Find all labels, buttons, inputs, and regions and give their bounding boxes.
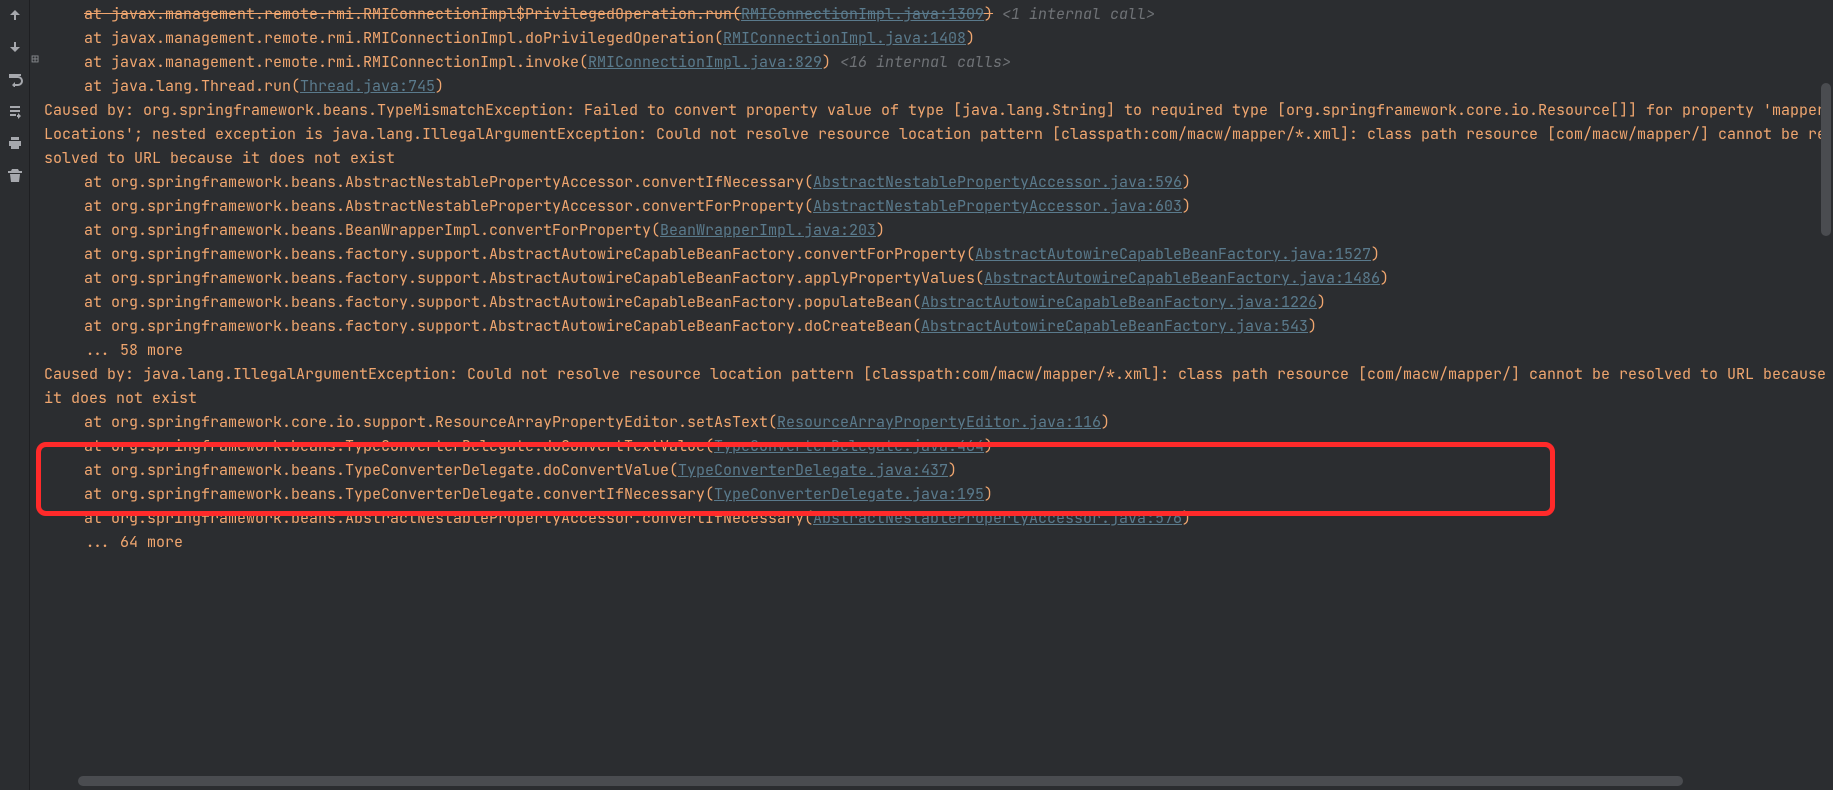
horizontal-scrollbar-thumb[interactable]: [78, 776, 1683, 786]
stacktrace-source-link[interactable]: AbstractAutowireCapableBeanFactory.java:…: [984, 268, 1380, 288]
console-text: at java.lang.Thread.run(: [84, 76, 300, 96]
stacktrace-source-link[interactable]: BeanWrapperImpl.java:203: [660, 220, 876, 240]
console-output[interactable]: at javax.management.remote.rmi.RMIConnec…: [30, 0, 1833, 790]
console-line: at org.springframework.beans.TypeConvert…: [44, 434, 1833, 458]
console-line: at org.springframework.beans.BeanWrapper…: [44, 218, 1833, 242]
vertical-scrollbar[interactable]: [1821, 6, 1831, 772]
stacktrace-source-link[interactable]: AbstractNestablePropertyAccessor.java:57…: [813, 508, 1182, 528]
console-line: at org.springframework.beans.AbstractNes…: [44, 170, 1833, 194]
console-text: at org.springframework.beans.AbstractNes…: [84, 508, 813, 528]
console-text: ): [984, 484, 993, 504]
console-text: at org.springframework.beans.factory.sup…: [84, 244, 975, 264]
console-line: at org.springframework.beans.factory.sup…: [44, 314, 1833, 338]
console-text: at org.springframework.beans.factory.sup…: [84, 268, 984, 288]
console-text: ): [876, 220, 885, 240]
stacktrace-source-link[interactable]: RMIConnectionImpl.java:1309: [741, 4, 984, 24]
stacktrace-source-link[interactable]: RMIConnectionImpl.java:1408: [723, 28, 966, 48]
vertical-scrollbar-thumb[interactable]: [1821, 83, 1831, 236]
console-output-wrap: ⊞ at javax.management.remote.rmi.RMIConn…: [30, 0, 1833, 790]
console-text: ... 64 more: [84, 532, 183, 552]
arrow-down-icon[interactable]: [4, 36, 26, 58]
console-line: at java.lang.Thread.run(Thread.java:745): [44, 74, 1833, 98]
console-line: at org.springframework.core.io.support.R…: [44, 410, 1833, 434]
print-icon[interactable]: [4, 132, 26, 154]
console-text: <16 internal calls>: [831, 52, 1011, 72]
console-text: at org.springframework.beans.TypeConvert…: [84, 436, 714, 456]
horizontal-scrollbar[interactable]: [78, 776, 1823, 786]
console-text: ): [435, 76, 444, 96]
console-text: ): [1182, 196, 1191, 216]
stacktrace-source-link[interactable]: RMIConnectionImpl.java:829: [588, 52, 822, 72]
console-line: at org.springframework.beans.TypeConvert…: [44, 458, 1833, 482]
stacktrace-source-link[interactable]: ResourceArrayPropertyEditor.java:116: [777, 412, 1101, 432]
console-text: ): [984, 4, 993, 24]
console-line: at org.springframework.beans.factory.sup…: [44, 242, 1833, 266]
console-line: at org.springframework.beans.AbstractNes…: [44, 194, 1833, 218]
console-line: at javax.management.remote.rmi.RMIConnec…: [44, 50, 1833, 74]
console-text: ): [948, 460, 957, 480]
console-text: ... 58 more: [84, 340, 183, 360]
console-line: at javax.management.remote.rmi.RMIConnec…: [44, 26, 1833, 50]
console-text: ): [1371, 244, 1380, 264]
soft-wrap-icon[interactable]: [4, 68, 26, 90]
console-text: at org.springframework.beans.AbstractNes…: [84, 172, 813, 192]
stacktrace-source-link[interactable]: AbstractAutowireCapableBeanFactory.java:…: [921, 292, 1317, 312]
console-line: at org.springframework.beans.factory.sup…: [44, 290, 1833, 314]
stacktrace-source-link[interactable]: Thread.java:745: [300, 76, 435, 96]
stacktrace-source-link[interactable]: AbstractAutowireCapableBeanFactory.java:…: [921, 316, 1308, 336]
console-text: ): [1182, 172, 1191, 192]
console-text: at org.springframework.beans.TypeConvert…: [84, 460, 678, 480]
console-text: at org.springframework.beans.factory.sup…: [84, 316, 921, 336]
stacktrace-source-link[interactable]: AbstractNestablePropertyAccessor.java:59…: [813, 172, 1182, 192]
console-text: ): [1317, 292, 1326, 312]
console-line: Caused by: java.lang.IllegalArgumentExce…: [44, 362, 1833, 410]
console-text: at org.springframework.beans.BeanWrapper…: [84, 220, 660, 240]
console-line: Caused by: org.springframework.beans.Typ…: [44, 98, 1833, 170]
console-text: Caused by: java.lang.IllegalArgumentExce…: [44, 364, 1833, 408]
ide-console-panel: ⊞ at javax.management.remote.rmi.RMIConn…: [0, 0, 1833, 790]
console-text: at org.springframework.beans.factory.sup…: [84, 292, 921, 312]
stacktrace-source-link[interactable]: TypeConverterDelegate.java:464: [714, 436, 984, 456]
console-text: at org.springframework.beans.TypeConvert…: [84, 484, 714, 504]
console-text: at org.springframework.core.io.support.R…: [84, 412, 777, 432]
console-line: ... 64 more: [44, 530, 1833, 554]
console-text: ): [1380, 268, 1389, 288]
stacktrace-source-link[interactable]: TypeConverterDelegate.java:437: [678, 460, 948, 480]
console-text: at javax.management.remote.rmi.RMIConnec…: [84, 52, 588, 72]
stacktrace-source-link[interactable]: AbstractAutowireCapableBeanFactory.java:…: [975, 244, 1371, 264]
arrow-up-icon[interactable]: [4, 4, 26, 26]
console-text: ): [966, 28, 975, 48]
console-line: at javax.management.remote.rmi.RMIConnec…: [44, 2, 1833, 26]
trash-icon[interactable]: [4, 164, 26, 186]
console-text: ): [1308, 316, 1317, 336]
console-line: at org.springframework.beans.TypeConvert…: [44, 482, 1833, 506]
console-text: ): [1101, 412, 1110, 432]
console-text: at org.springframework.beans.AbstractNes…: [84, 196, 813, 216]
stacktrace-source-link[interactable]: AbstractNestablePropertyAccessor.java:60…: [813, 196, 1182, 216]
console-text: ): [984, 436, 993, 456]
console-line: at org.springframework.beans.factory.sup…: [44, 266, 1833, 290]
console-text: ): [822, 52, 831, 72]
console-gutter: [0, 0, 30, 790]
console-line: at org.springframework.beans.AbstractNes…: [44, 506, 1833, 530]
scroll-to-end-icon[interactable]: [4, 100, 26, 122]
stacktrace-source-link[interactable]: TypeConverterDelegate.java:195: [714, 484, 984, 504]
console-text: ): [1182, 508, 1191, 528]
console-line: ... 58 more: [44, 338, 1833, 362]
console-text: at javax.management.remote.rmi.RMIConnec…: [84, 28, 723, 48]
console-text: at javax.management.remote.rmi.RMIConnec…: [84, 4, 741, 24]
console-text: <1 internal call>: [993, 4, 1155, 24]
console-text: Caused by: org.springframework.beans.Typ…: [44, 100, 1826, 168]
